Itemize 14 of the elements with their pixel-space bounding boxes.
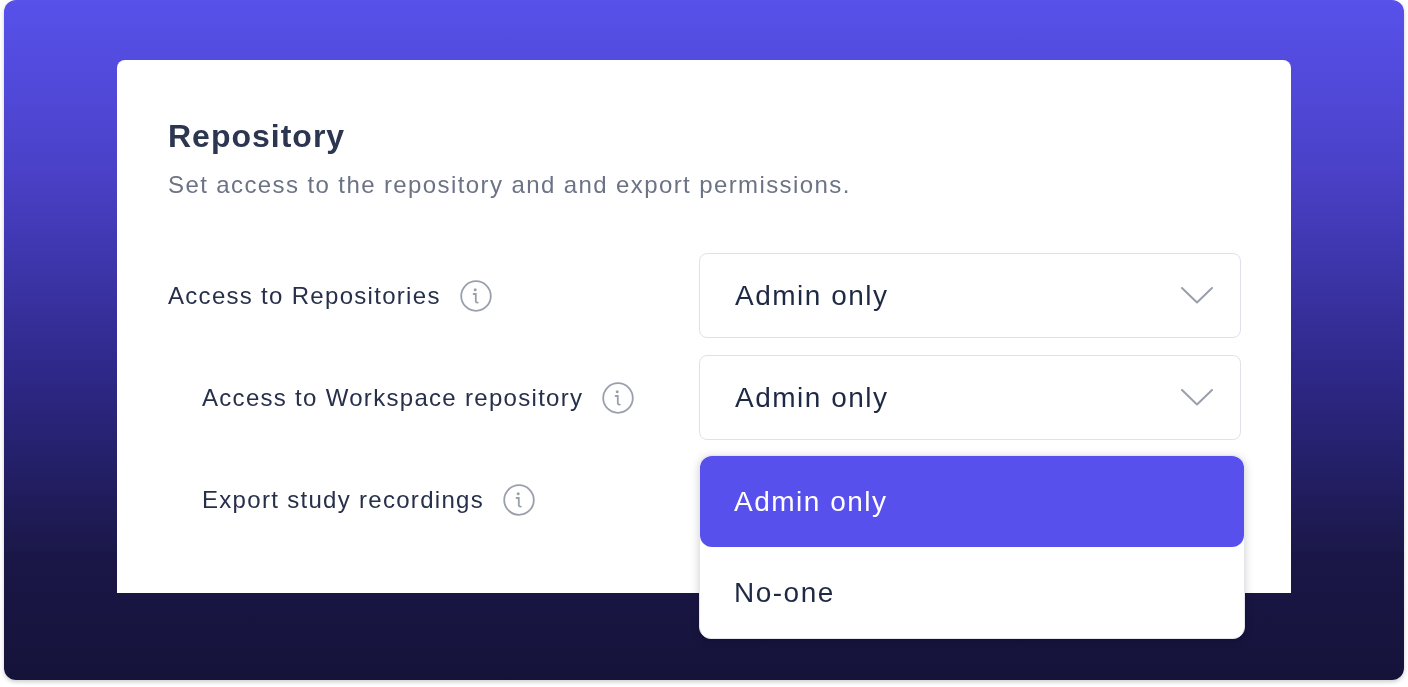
select-field[interactable]: Admin only (699, 355, 1241, 440)
info-icon[interactable] (503, 483, 536, 516)
info-icon[interactable] (459, 279, 492, 312)
chevron-down-icon (1181, 287, 1213, 304)
info-icon[interactable] (602, 381, 635, 414)
menu-option[interactable]: No-one (700, 547, 1244, 638)
chevron-down-icon (1181, 389, 1213, 406)
section-title: Repository (168, 117, 346, 156)
menu-option[interactable]: Admin only (700, 456, 1244, 547)
setting-label: Access to Workspace repository (202, 382, 584, 413)
select-field[interactable]: Admin only (699, 253, 1241, 338)
section-description: Set access to the repository and and export permissions. (168, 170, 851, 200)
setting-label: Access to Repositories (168, 280, 441, 311)
setting-label: Export study recordings (202, 484, 485, 515)
